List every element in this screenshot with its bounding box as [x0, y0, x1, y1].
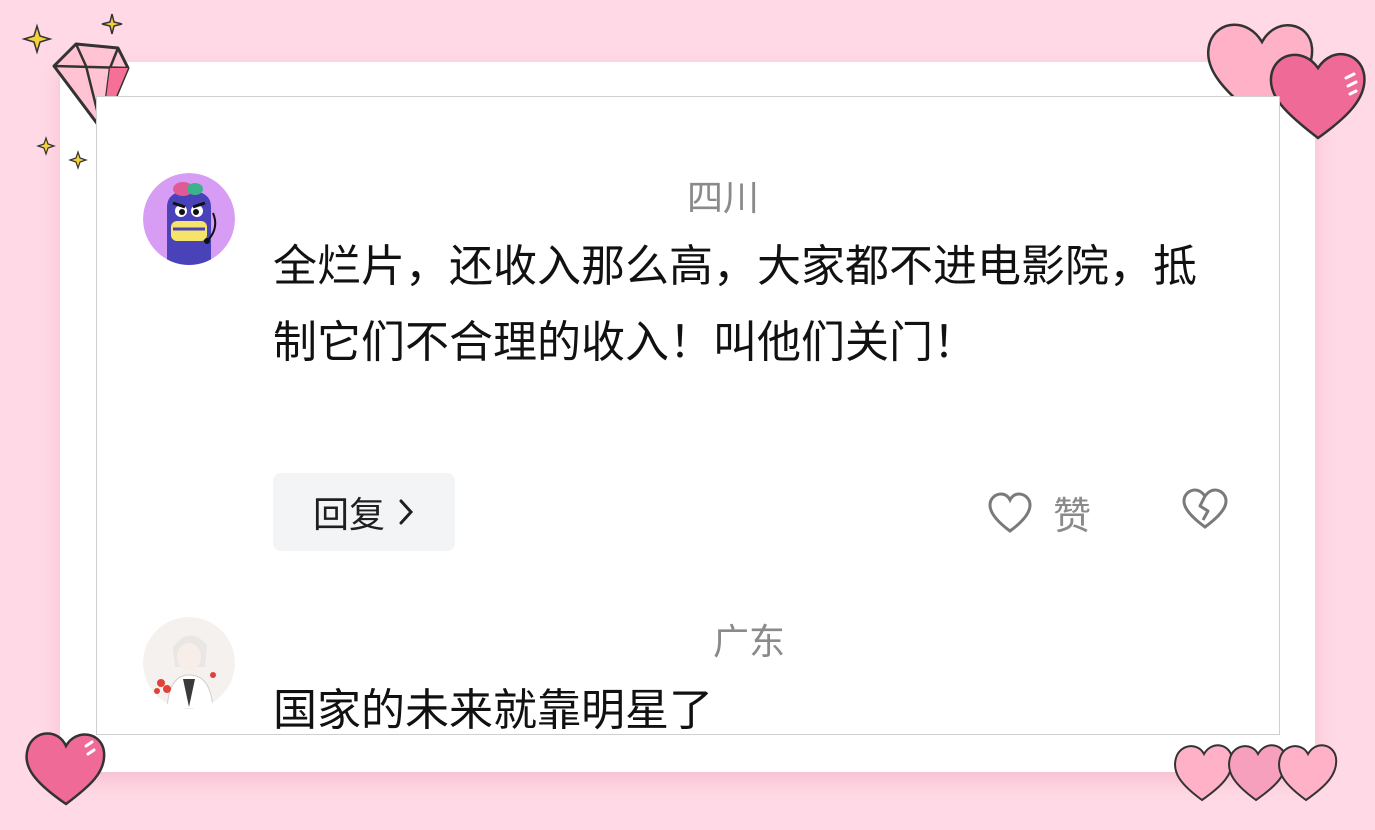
heart-sticker-icon: [25, 732, 106, 806]
comment-list: 四川 全烂片，还收入那么高，大家都不进电影院，抵制它们不合理的收入！叫他们关门！…: [96, 96, 1280, 735]
broken-heart-icon: [1182, 488, 1228, 529]
comment-location: 四川: [687, 178, 760, 219]
chevron-right-icon: [399, 499, 414, 525]
avatar[interactable]: [143, 173, 235, 265]
dislike-button[interactable]: [1181, 487, 1229, 535]
reply-button[interactable]: 回复: [273, 473, 455, 551]
avatar[interactable]: [143, 617, 235, 709]
heart-outline-icon: [988, 491, 1032, 533]
comment-location: 广东: [713, 622, 786, 663]
comment-text: 国家的未来就靠明星了: [273, 685, 713, 735]
reply-label: 回复: [312, 495, 385, 536]
comment-text: 全烂片，还收入那么高，大家都不进电影院，抵制它们不合理的收入！叫他们关门！: [273, 241, 1197, 368]
hearts-cluster-sticker-icon: [1174, 744, 1338, 802]
like-label: 赞: [1053, 494, 1092, 538]
like-button[interactable]: 赞: [987, 485, 1091, 540]
